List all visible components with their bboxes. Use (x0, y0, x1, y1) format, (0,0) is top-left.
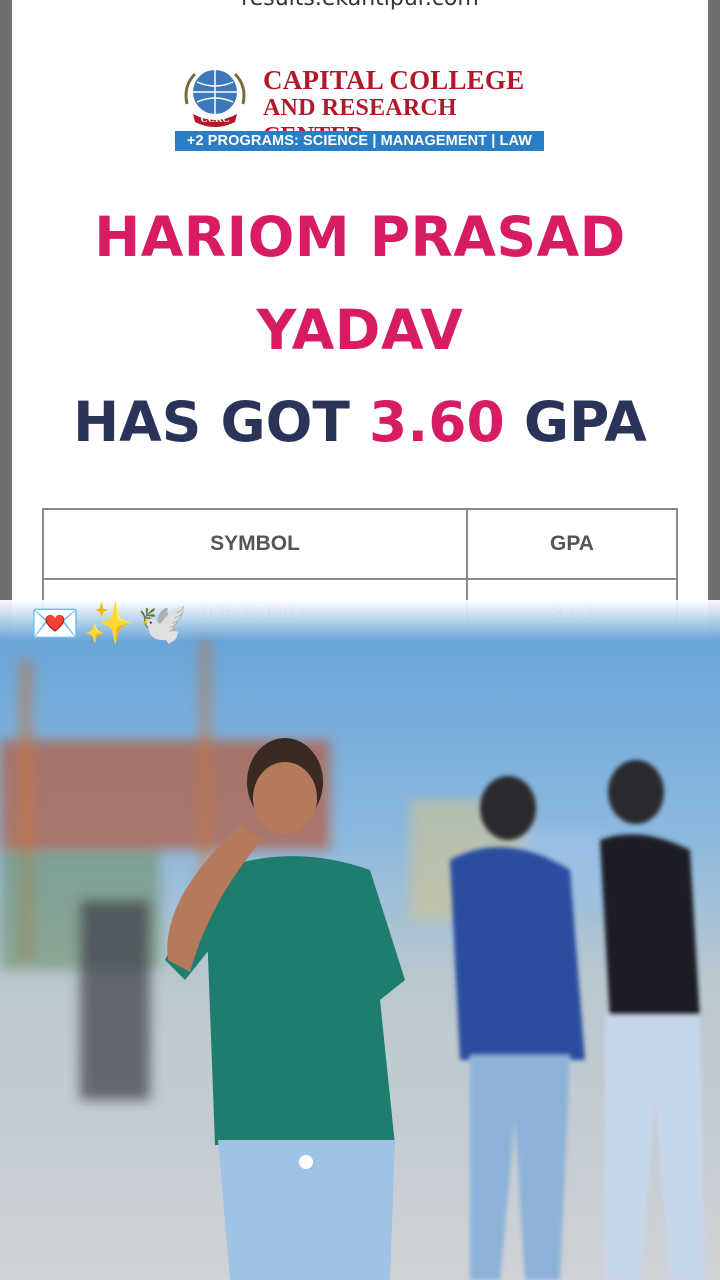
url-text: results.ekantipur.com (0, 0, 720, 11)
gpa-prefix: HAS GOT (73, 390, 350, 454)
gpa-suffix: GPA (523, 390, 647, 454)
column-header-gpa: GPA (466, 508, 678, 580)
gpa-statement: HAS GOT 3.60 GPA (0, 390, 720, 454)
table-header-row: SYMBOL GPA (42, 508, 678, 580)
college-logo: CCRC CAPITAL COLLEGE AND RESEARCH CENTER… (175, 62, 547, 152)
svg-text:CCRC: CCRC (201, 114, 230, 125)
college-seal-icon: CCRC (184, 70, 246, 127)
student-name-line1: HARIOM PRASAD (94, 205, 626, 269)
column-header-symbol: SYMBOL (42, 508, 468, 580)
emoji-sticker: 💌✨🕊️ (30, 601, 192, 647)
background-photo (0, 600, 720, 1280)
student-name-line2: YADAV (256, 298, 464, 362)
programs-banner: +2 PROGRAMS: SCIENCE | MANAGEMENT | LAW (175, 131, 544, 151)
college-name-line1: CAPITAL COLLEGE (263, 65, 525, 95)
gpa-value: 3.60 (369, 390, 505, 454)
